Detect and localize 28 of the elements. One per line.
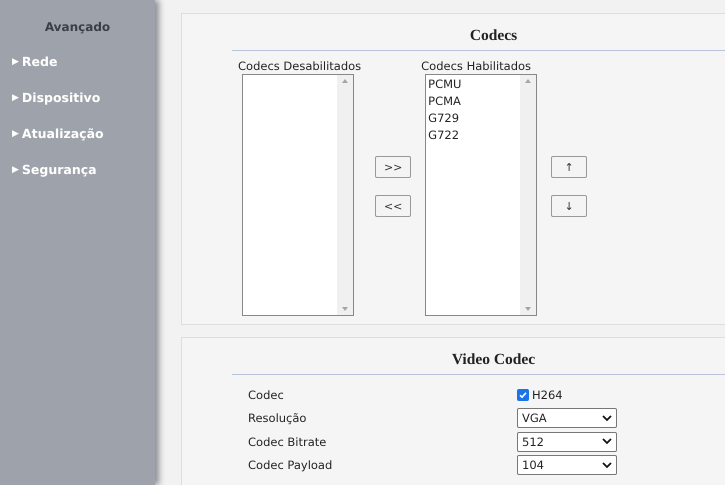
sidebar-title: Avançado: [44, 20, 112, 34]
codec-option[interactable]: G722: [428, 127, 518, 144]
dropdown[interactable]: 104: [517, 455, 617, 476]
field-label: Codec Payload: [248, 458, 334, 472]
section-title: Codecs: [468, 26, 518, 46]
scrollbar[interactable]: [337, 75, 353, 315]
chevron-down-icon: [602, 414, 612, 422]
enabled-codecs-list[interactable]: PCMU PCMA G729 G722: [425, 74, 538, 316]
checkbox-label: H264: [532, 388, 563, 402]
field-label: Codec: [248, 388, 285, 402]
scrollbar[interactable]: [520, 75, 536, 315]
move-button[interactable]: <<: [375, 195, 412, 217]
move-button[interactable]: >>: [375, 156, 412, 178]
dropdown[interactable]: VGA: [517, 408, 617, 428]
section-title: Video Codec: [450, 350, 536, 370]
chevron-down-icon: [602, 462, 612, 469]
codec-option[interactable]: PCMU: [428, 76, 518, 93]
order-button[interactable]: ↑: [551, 156, 588, 178]
codec-option[interactable]: PCMA: [428, 93, 518, 110]
order-button[interactable]: ↓: [551, 195, 588, 217]
list-label: Codecs Desabilitados: [238, 59, 362, 73]
field-label: Codec Bitrate: [248, 434, 328, 449]
field-label: Resolução: [248, 411, 308, 426]
list-label: Codecs Habilitados: [421, 59, 532, 73]
codec-option[interactable]: G729: [428, 110, 518, 127]
dropdown[interactable]: 512: [517, 432, 617, 452]
checkbox[interactable]: [517, 388, 529, 401]
chevron-down-icon: [602, 438, 612, 446]
